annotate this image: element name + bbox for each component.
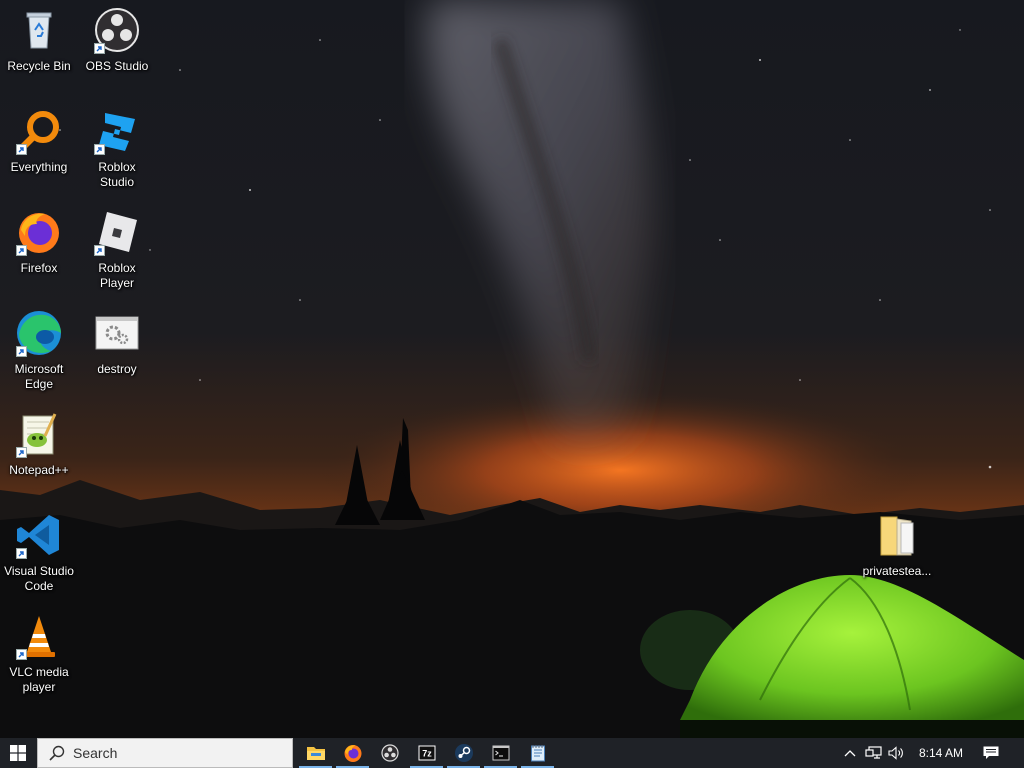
desktop-icon-label: OBS Studio <box>85 59 149 73</box>
notepad-icon <box>530 745 545 762</box>
taskbar-steam[interactable] <box>445 738 482 768</box>
batch-file-icon <box>95 316 139 350</box>
firefox-icon <box>344 745 361 762</box>
search-input[interactable]: Search <box>37 738 293 768</box>
desktop-icon-destroy[interactable]: destroy <box>80 309 154 377</box>
volume-icon <box>888 746 903 760</box>
shortcut-arrow-icon <box>94 245 105 256</box>
start-button[interactable] <box>0 738 36 768</box>
windows-logo-icon <box>10 745 26 761</box>
7zip-icon: 7z <box>418 745 435 761</box>
taskbar-7zip[interactable]: 7z <box>408 738 445 768</box>
desktop-icon-roblox-studio[interactable]: Roblox Studio <box>80 107 154 190</box>
taskbar-clock[interactable]: 8:14 AM <box>910 738 972 768</box>
cmd-icon <box>492 745 509 761</box>
desktop-icon-vlc[interactable]: VLC media player <box>2 612 76 695</box>
desktop[interactable]: Recycle Bin Everything Firefox Microsoft… <box>0 0 1024 738</box>
folder-icon <box>306 747 325 760</box>
desktop-icon-label: Visual Studio Code <box>4 564 74 593</box>
recycle-bin-icon <box>26 12 52 49</box>
desktop-icon-label: Roblox Player <box>98 261 136 290</box>
steam-icon <box>454 744 473 762</box>
desktop-icon-label: Recycle Bin <box>7 59 71 73</box>
desktop-icon-label: VLC media player <box>9 665 69 694</box>
desktop-icon-everything[interactable]: Everything <box>2 107 76 175</box>
obs-studio-icon <box>380 744 399 762</box>
network-status-button[interactable] <box>862 738 884 768</box>
taskbar-obs-studio[interactable] <box>371 738 408 768</box>
taskbar-notepad[interactable] <box>519 738 556 768</box>
shortcut-arrow-icon <box>16 447 27 458</box>
shortcut-arrow-icon <box>16 649 27 660</box>
desktop-icon-label: Notepad++ <box>9 463 69 477</box>
desktop-icon-label: Everything <box>10 160 68 174</box>
shortcut-arrow-icon <box>16 346 27 357</box>
desktop-icon-label: Microsoft Edge <box>14 362 64 391</box>
show-hidden-icons-button[interactable] <box>840 738 860 768</box>
desktop-icon-microsoft-edge[interactable]: Microsoft Edge <box>2 309 76 392</box>
desktop-icon-notepadpp[interactable]: Notepad++ <box>2 410 76 478</box>
shortcut-arrow-icon <box>94 144 105 155</box>
desktop-icon-recycle-bin[interactable]: Recycle Bin <box>2 6 76 74</box>
chevron-up-icon <box>844 750 856 757</box>
shortcut-arrow-icon <box>16 144 27 155</box>
desktop-icon-vscode[interactable]: Visual Studio Code <box>2 511 76 594</box>
desktop-icon-roblox-player[interactable]: Roblox Player <box>80 208 154 291</box>
desktop-icon-label: privatestea... <box>862 564 932 578</box>
volume-button[interactable] <box>886 738 908 768</box>
action-center-button[interactable] <box>978 738 1004 768</box>
shortcut-arrow-icon <box>94 43 105 54</box>
desktop-icon-label: destroy <box>97 362 137 376</box>
shortcut-arrow-icon <box>16 548 27 559</box>
desktop-icon-label: Firefox <box>20 261 58 275</box>
shortcut-arrow-icon <box>16 245 27 256</box>
desktop-icon-label: Roblox Studio <box>98 160 136 189</box>
network-icon <box>864 746 882 759</box>
taskbar-file-explorer[interactable] <box>297 738 334 768</box>
search-icon <box>49 745 65 761</box>
taskbar: Search 7z 8:14 AM <box>0 738 1024 768</box>
search-placeholder: Search <box>73 745 118 761</box>
desktop-icon-obs-studio[interactable]: OBS Studio <box>80 6 154 74</box>
taskbar-firefox[interactable] <box>334 738 371 768</box>
clock-time: 8:14 AM <box>918 746 964 760</box>
folder-icon <box>880 516 914 556</box>
desktop-icon-firefox[interactable]: Firefox <box>2 208 76 276</box>
notifications-icon <box>983 746 999 759</box>
taskbar-command-prompt[interactable] <box>482 738 519 768</box>
desktop-icon-private-folder[interactable]: privatestea... <box>860 511 934 579</box>
svg-text:7z: 7z <box>422 749 432 759</box>
